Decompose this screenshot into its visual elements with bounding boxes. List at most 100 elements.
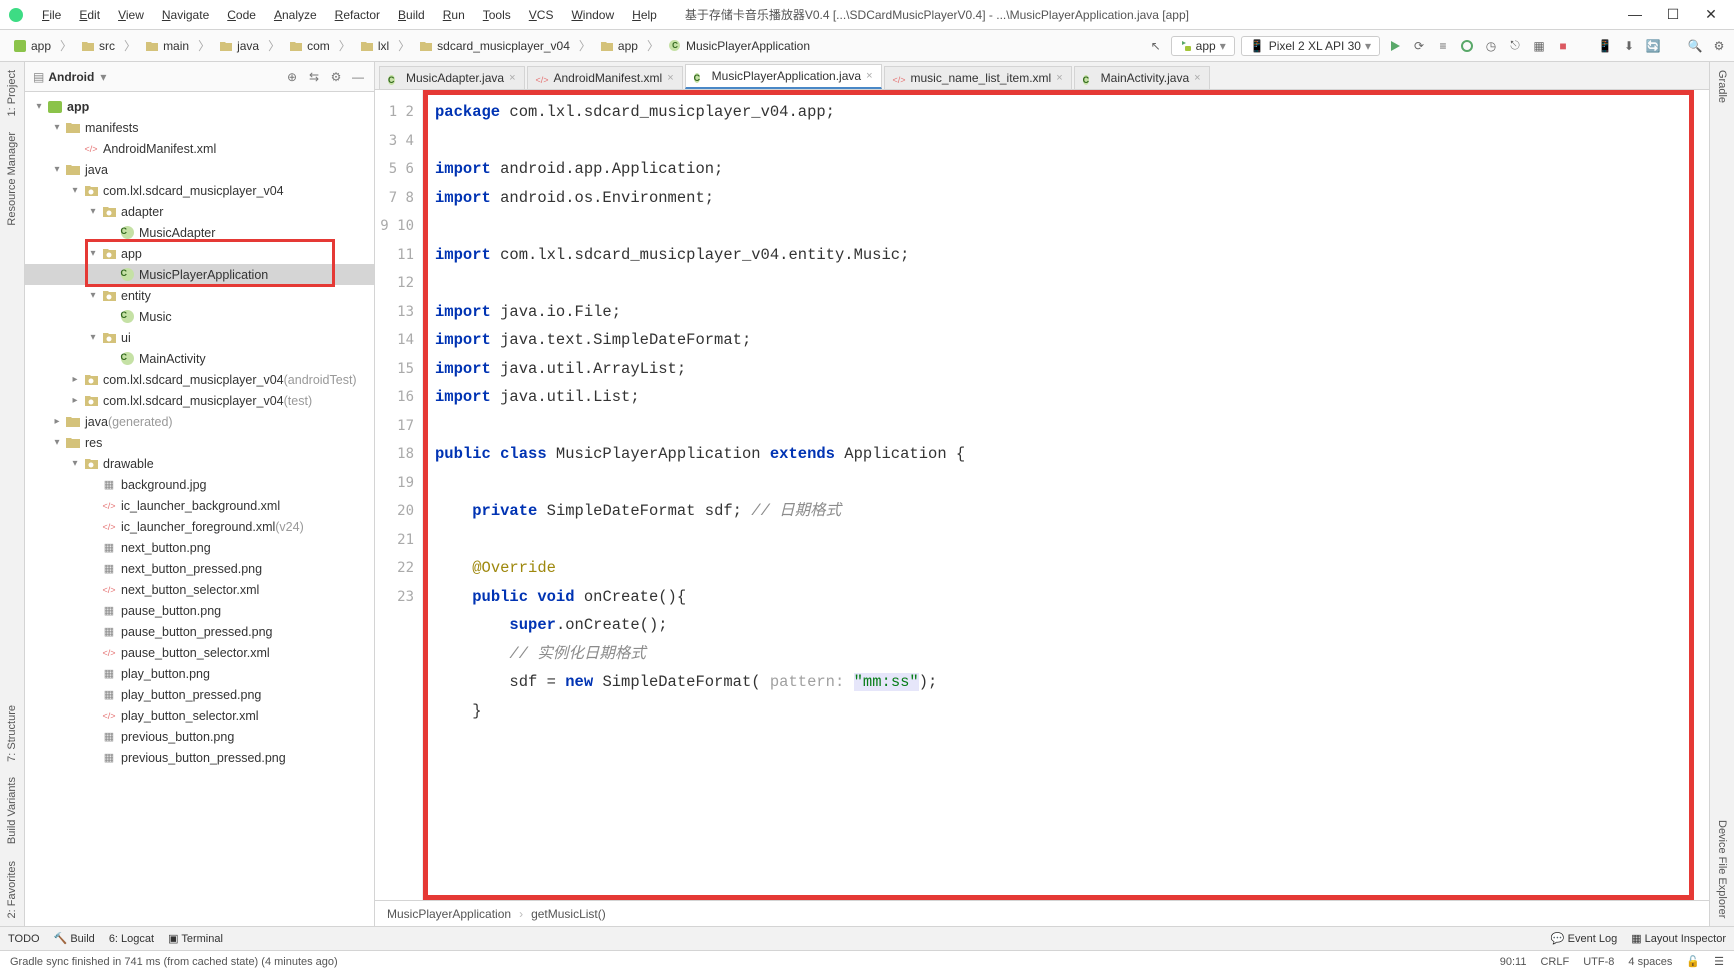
tree-item-ic-launcher-background-xml[interactable]: </>ic_launcher_background.xml xyxy=(25,495,374,516)
tree-item-MusicPlayerApplication[interactable]: CMusicPlayerApplication xyxy=(25,264,374,285)
run-icon[interactable] xyxy=(1386,37,1404,55)
tool-layout-inspector[interactable]: ▦ Layout Inspector xyxy=(1631,932,1726,945)
encoding[interactable]: UTF-8 xyxy=(1583,956,1614,968)
tree-item-adapter[interactable]: ▾adapter xyxy=(25,201,374,222)
sidebar-tab-favorites[interactable]: 2: Favorites xyxy=(4,853,20,926)
sidebar-tab-gradle[interactable]: Gradle xyxy=(1714,62,1730,111)
tree-item-pause-button-png[interactable]: ▦pause_button.png xyxy=(25,600,374,621)
tree-item-ui[interactable]: ▾ui xyxy=(25,327,374,348)
menu-build[interactable]: Build xyxy=(390,4,433,26)
gear-icon[interactable]: ⚙ xyxy=(328,69,344,85)
menu-navigate[interactable]: Navigate xyxy=(154,4,217,26)
settings-icon[interactable]: ⚙ xyxy=(1710,37,1728,55)
tree-item-MainActivity[interactable]: CMainActivity xyxy=(25,348,374,369)
bottom-tool-bar[interactable]: TODO 🔨 Build 6: Logcat ▣ Terminal 💬 Even… xyxy=(0,926,1734,950)
close-icon[interactable]: × xyxy=(866,70,872,82)
tree-item-app[interactable]: ▾app xyxy=(25,243,374,264)
editor-tabs[interactable]: CMusicAdapter.java×</>AndroidManifest.xm… xyxy=(375,62,1709,90)
crumb-com[interactable]: com xyxy=(282,36,337,56)
crumb-app[interactable]: app xyxy=(593,36,645,56)
tool-terminal[interactable]: ▣ Terminal xyxy=(168,932,223,945)
close-icon[interactable]: × xyxy=(1056,72,1062,84)
tool-todo[interactable]: TODO xyxy=(8,933,40,945)
tree-item-pause-button-selector-xml[interactable]: </>pause_button_selector.xml xyxy=(25,642,374,663)
profile-icon[interactable]: ◷ xyxy=(1482,37,1500,55)
sidebar-tab-project[interactable]: 1: Project xyxy=(4,62,20,124)
tab-AndroidManifest.xml[interactable]: </>AndroidManifest.xml× xyxy=(527,66,683,89)
memory-icon[interactable]: ☰ xyxy=(1714,955,1724,968)
avd-icon[interactable]: 📱 xyxy=(1596,37,1614,55)
sdk-icon[interactable]: ⬇ xyxy=(1620,37,1638,55)
tree-item-res[interactable]: ▾res xyxy=(25,432,374,453)
close-icon[interactable]: × xyxy=(509,72,515,84)
hide-icon[interactable]: — xyxy=(350,69,366,85)
maximize-button[interactable]: ☐ xyxy=(1658,6,1688,23)
locate-icon[interactable]: ⊕ xyxy=(284,69,300,85)
tree-item-next-button-pressed-png[interactable]: ▦next_button_pressed.png xyxy=(25,558,374,579)
menu-file[interactable]: File xyxy=(34,4,69,26)
crumb-src[interactable]: src xyxy=(74,36,122,56)
tree-item-ic-launcher-foreground-xml[interactable]: </>ic_launcher_foreground.xml (v24) xyxy=(25,516,374,537)
tree-item-previous-button-pressed-png[interactable]: ▦previous_button_pressed.png xyxy=(25,747,374,768)
readonly-icon[interactable]: 🔓 xyxy=(1686,955,1700,968)
tree-item-com-lxl-sdcard-musicplayer-v04[interactable]: ▾com.lxl.sdcard_musicplayer_v04 xyxy=(25,180,374,201)
code-editor[interactable]: package com.lxl.sdcard_musicplayer_v04.a… xyxy=(423,90,1709,900)
menu-analyze[interactable]: Analyze xyxy=(266,4,325,26)
tree-item-app[interactable]: ▾app xyxy=(25,96,374,117)
tree-item-manifests[interactable]: ▾manifests xyxy=(25,117,374,138)
tool-event-log[interactable]: 💬 Event Log xyxy=(1551,932,1617,945)
tree-item-entity[interactable]: ▾entity xyxy=(25,285,374,306)
close-icon[interactable]: × xyxy=(667,72,673,84)
coverage-icon[interactable]: ▦ xyxy=(1530,37,1548,55)
editor-breadcrumb[interactable]: MusicPlayerApplication › getMusicList() xyxy=(375,900,1709,926)
crumb-lxl[interactable]: lxl xyxy=(353,36,396,56)
tree-item-MusicAdapter[interactable]: CMusicAdapter xyxy=(25,222,374,243)
menu-refactor[interactable]: Refactor xyxy=(327,4,388,26)
project-tree[interactable]: ▾app▾manifests</>AndroidManifest.xml▾jav… xyxy=(25,92,374,926)
apply-code-icon[interactable]: ≡ xyxy=(1434,37,1452,55)
menu-help[interactable]: Help xyxy=(624,4,665,26)
crumb-app[interactable]: app xyxy=(6,36,58,56)
attach-debugger-icon[interactable]: ⎋ xyxy=(1506,37,1524,55)
tree-item-previous-button-png[interactable]: ▦previous_button.png xyxy=(25,726,374,747)
crumb-MusicPlayerApplication[interactable]: CMusicPlayerApplication xyxy=(661,36,817,56)
run-config-selector[interactable]: app ▾ xyxy=(1171,36,1235,56)
tree-item-Music[interactable]: CMusic xyxy=(25,306,374,327)
sidebar-tab-structure[interactable]: 7: Structure xyxy=(4,697,20,770)
caret-pos[interactable]: 90:11 xyxy=(1500,956,1527,968)
tree-item-com-lxl-sdcard-musicplayer-v04[interactable]: ▸com.lxl.sdcard_musicplayer_v04 (test) xyxy=(25,390,374,411)
tree-item-java[interactable]: ▾java xyxy=(25,159,374,180)
tree-item-play-button-pressed-png[interactable]: ▦play_button_pressed.png xyxy=(25,684,374,705)
search-everywhere-icon[interactable]: 🔍 xyxy=(1686,37,1704,55)
tree-item-AndroidManifest-xml[interactable]: </>AndroidManifest.xml xyxy=(25,138,374,159)
tree-item-next-button-selector-xml[interactable]: </>next_button_selector.xml xyxy=(25,579,374,600)
crumb-main[interactable]: main xyxy=(138,36,196,56)
stop-icon[interactable]: ■ xyxy=(1554,37,1572,55)
crumb-sdcard_musicplayer_v04[interactable]: sdcard_musicplayer_v04 xyxy=(412,36,577,56)
tree-item-pause-button-pressed-png[interactable]: ▦pause_button_pressed.png xyxy=(25,621,374,642)
tab-MainActivity.java[interactable]: CMainActivity.java× xyxy=(1074,66,1210,89)
tree-item-com-lxl-sdcard-musicplayer-v04[interactable]: ▸com.lxl.sdcard_musicplayer_v04 (android… xyxy=(25,369,374,390)
close-button[interactable]: ✕ xyxy=(1696,6,1726,23)
sidebar-tab-device-explorer[interactable]: Device File Explorer xyxy=(1714,812,1730,926)
view-mode-dropdown[interactable]: ▾ xyxy=(100,70,106,84)
breadcrumb[interactable]: app〉src〉main〉java〉com〉lxl〉sdcard_musicpl… xyxy=(6,36,817,56)
right-tool-strip[interactable]: Gradle Device File Explorer xyxy=(1709,62,1734,926)
menu-edit[interactable]: Edit xyxy=(71,4,108,26)
tree-item-play-button-png[interactable]: ▦play_button.png xyxy=(25,663,374,684)
tab-music_name_list_item.xml[interactable]: </>music_name_list_item.xml× xyxy=(884,66,1072,89)
menu-code[interactable]: Code xyxy=(219,4,264,26)
minimize-button[interactable]: — xyxy=(1620,6,1650,23)
tree-item-drawable[interactable]: ▾drawable xyxy=(25,453,374,474)
close-icon[interactable]: × xyxy=(1194,72,1200,84)
sidebar-tab-build-variants[interactable]: Build Variants xyxy=(4,769,20,852)
indent[interactable]: 4 spaces xyxy=(1628,956,1672,968)
collapse-icon[interactable]: ⇆ xyxy=(306,69,322,85)
menu-window[interactable]: Window xyxy=(563,4,622,26)
tree-item-background-jpg[interactable]: ▦background.jpg xyxy=(25,474,374,495)
device-selector[interactable]: 📱Pixel 2 XL API 30 ▾ xyxy=(1241,36,1380,56)
tool-build[interactable]: 🔨 Build xyxy=(54,932,95,945)
menubar[interactable]: FileEditViewNavigateCodeAnalyzeRefactorB… xyxy=(34,4,665,26)
tree-item-play-button-selector-xml[interactable]: </>play_button_selector.xml xyxy=(25,705,374,726)
apply-changes-icon[interactable]: ⟳ xyxy=(1410,37,1428,55)
